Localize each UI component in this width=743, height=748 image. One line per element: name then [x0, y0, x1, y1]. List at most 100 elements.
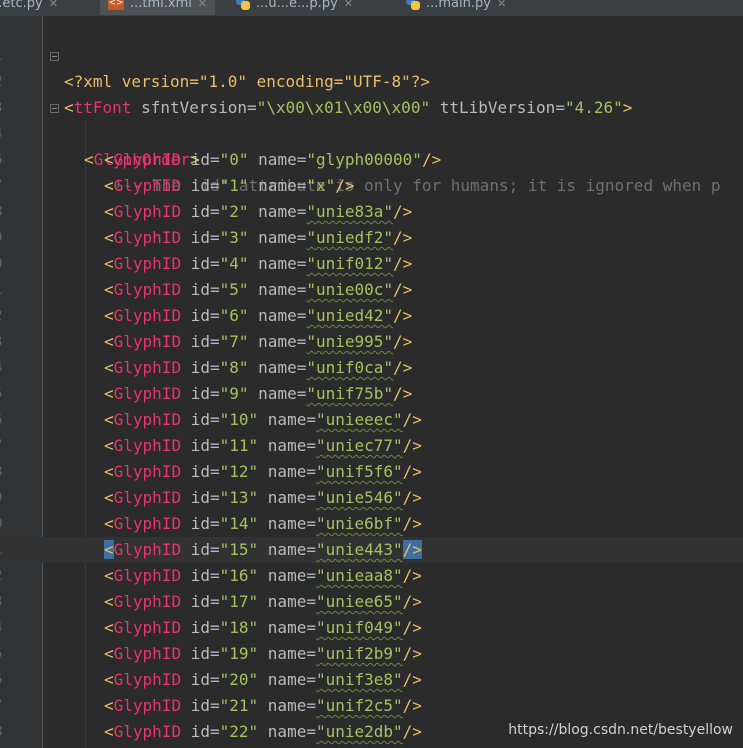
line-number: 6 — [0, 147, 14, 173]
code-line[interactable]: 5 <GlyphID id="19" name="unif2b9"/> — [0, 641, 743, 667]
attribute-name: id — [190, 384, 210, 403]
line-number: 5 — [0, 641, 14, 667]
code-line[interactable]: 5 <!-- The 'id' attribute is only for hu… — [0, 121, 743, 195]
attribute-name: id — [190, 410, 210, 429]
glyph-name-value: "unif2c5" — [315, 696, 403, 715]
code-line[interactable]: 4 <GlyphID id="18" name="unif049"/> — [0, 615, 743, 641]
glyph-name-value: "x" — [306, 176, 336, 195]
open-bracket: < — [104, 618, 114, 637]
line-number: 1 — [0, 277, 14, 303]
attribute-name: name — [267, 488, 307, 507]
open-bracket: < — [104, 254, 114, 273]
tag-name: GlyphID — [113, 644, 182, 663]
tag-name: GlyphID — [113, 540, 182, 559]
glyphid-tag: <GlyphID id="3" name="uniedf2"/> — [104, 228, 413, 247]
close-bracket: /> — [393, 332, 413, 351]
attribute-name: id — [190, 332, 210, 351]
close-bracket: /> — [402, 462, 422, 481]
open-bracket: < — [104, 462, 114, 481]
glyphid-tag: <GlyphID id="21" name="unif2c5"/> — [104, 696, 422, 715]
tag-name: GlyphID — [113, 358, 182, 377]
open-bracket: < — [104, 488, 114, 507]
attribute-name: id — [190, 436, 210, 455]
code-line[interactable]: 3 <GlyphID id="17" name="uniee65"/> — [0, 589, 743, 615]
glyph-id-value: "7" — [219, 332, 249, 351]
code-line[interactable]: 1 <?xml version="1.0" encoding="UTF-8"?> — [0, 17, 743, 91]
code-line[interactable]: 8 <GlyphID id="2" name="unie83a"/> — [0, 199, 743, 225]
code-line[interactable]: 3 <GlyphID id="7" name="unie995"/> — [0, 329, 743, 355]
glyph-id-value: "21" — [219, 696, 259, 715]
code-line[interactable]: 4 <GlyphID id="8" name="unif0ca"/> — [0, 355, 743, 381]
glyphid-tag: <GlyphID id="18" name="unif049"/> — [104, 618, 422, 637]
tag-name: GlyphID — [113, 514, 182, 533]
attribute-name: name — [267, 644, 307, 663]
code-line[interactable]: 2 <GlyphID id="6" name="unied42"/> — [0, 303, 743, 329]
code-line[interactable]: 9 <GlyphID id="3" name="uniedf2"/> — [0, 225, 743, 251]
attribute-name: name — [258, 384, 297, 403]
glyph-id-value: "20" — [219, 670, 259, 689]
code-editor[interactable]: 1 <?xml version="1.0" encoding="UTF-8"?>… — [0, 0, 743, 748]
tag-name: GlyphID — [113, 670, 182, 689]
line-number: 9 — [0, 225, 14, 251]
tag-name: GlyphID — [113, 306, 182, 325]
close-bracket: /> — [402, 618, 422, 637]
glyph-id-value: "15" — [219, 540, 259, 559]
open-bracket: < — [104, 670, 114, 689]
attribute-name: name — [258, 306, 297, 325]
close-bracket: /> — [393, 384, 413, 403]
tag-name: GlyphID — [113, 618, 182, 637]
code-line[interactable]: 4 <GlyphOrder> — [0, 95, 743, 169]
code-line[interactable]: 3 — [0, 69, 743, 116]
code-line[interactable]: 7 <GlyphID id="1" name="x"/> — [0, 173, 743, 199]
open-bracket: < — [104, 306, 114, 325]
glyph-name-value: "unif012" — [306, 254, 394, 273]
tag-name: GlyphID — [113, 410, 182, 429]
code-line[interactable]: 0 <GlyphID id="4" name="unif012"/> — [0, 251, 743, 277]
glyph-id-value: "11" — [219, 436, 259, 455]
fold-toggle-icon[interactable] — [50, 104, 59, 113]
glyph-name-value: "unif0ca" — [306, 358, 394, 377]
glyphid-tag: <GlyphID id="19" name="unif2b9"/> — [104, 644, 422, 663]
close-bracket: /> — [402, 410, 422, 429]
code-line[interactable]: 1 <GlyphID id="15" name="unie443"/> — [0, 537, 743, 563]
attribute-name: id — [190, 228, 210, 247]
code-line[interactable]: 2 <ttFont sfntVersion="\x00\x01\x00\x00"… — [0, 43, 743, 117]
code-line[interactable]: 1 <GlyphID id="5" name="unie00c"/> — [0, 277, 743, 303]
code-line[interactable]: 6 <GlyphID id="20" name="unif3e8"/> — [0, 667, 743, 693]
attribute-name: name — [258, 202, 297, 221]
glyphid-tag: <GlyphID id="8" name="unif0ca"/> — [104, 358, 413, 377]
code-line[interactable]: 2 <GlyphID id="16" name="unieaa8"/> — [0, 563, 743, 589]
code-line[interactable]: 0 <GlyphID id="14" name="unie6bf"/> — [0, 511, 743, 537]
attribute-name: id — [190, 566, 210, 585]
glyph-name-value: "unieaa8" — [315, 566, 403, 585]
open-bracket: < — [104, 176, 114, 195]
attribute-name: id — [190, 462, 210, 481]
open-bracket: < — [104, 228, 114, 247]
code-line[interactable]: 6 <GlyphID id="10" name="unieeec"/> — [0, 407, 743, 433]
glyph-name-value: "unieeec" — [315, 410, 403, 429]
line-number: 3 — [0, 329, 14, 355]
glyph-id-value: "4" — [219, 254, 249, 273]
code-line[interactable]: 8 <GlyphID id="12" name="unif5f6"/> — [0, 459, 743, 485]
close-bracket: /> — [402, 644, 422, 663]
open-bracket: < — [104, 696, 114, 715]
attribute-name: name — [267, 540, 307, 559]
line-number: 5 — [0, 381, 14, 407]
line-number: 2 — [0, 303, 14, 329]
glyph-id-value: "16" — [219, 566, 259, 585]
tag-name: GlyphID — [113, 280, 182, 299]
attribute-name: id — [190, 254, 210, 273]
glyph-id-value: "6" — [219, 306, 249, 325]
close-bracket: /> — [393, 306, 413, 325]
fold-toggle-icon[interactable] — [50, 52, 59, 61]
attribute-name: name — [258, 280, 297, 299]
code-line[interactable]: 5 <GlyphID id="9" name="unif75b"/> — [0, 381, 743, 407]
code-line[interactable]: 7 <GlyphID id="11" name="uniec77"/> — [0, 433, 743, 459]
glyphid-tag: <GlyphID id="1" name="x"/> — [104, 176, 355, 195]
code-line[interactable]: 7 <GlyphID id="21" name="unif2c5"/> — [0, 693, 743, 719]
glyph-id-value: "12" — [219, 462, 259, 481]
code-line[interactable]: 6 <GlyphID id="0" name="glyph00000"/> — [0, 147, 743, 173]
attribute-name: id — [190, 358, 210, 377]
glyph-id-value: "18" — [219, 618, 259, 637]
code-line[interactable]: 9 <GlyphID id="13" name="unie546"/> — [0, 485, 743, 511]
